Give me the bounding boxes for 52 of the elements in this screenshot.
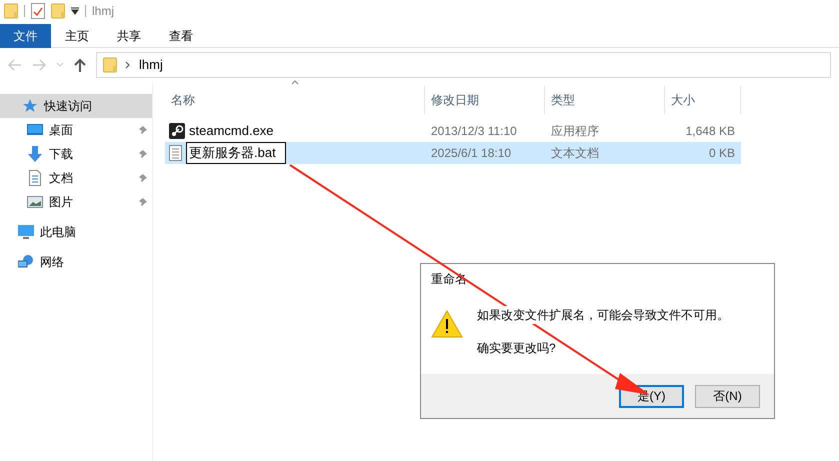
warning-icon [431,310,463,338]
table-cell-text: 2013/12/3 11:10 [430,123,518,140]
pin-icon [138,173,148,183]
ribbon-tab[interactable]: 主页 [51,24,103,48]
column-header[interactable]: 名称 [165,86,425,114]
pin-icon [138,197,148,207]
down-arrow-icon [27,146,43,162]
ribbon-tab[interactable]: 查看 [155,24,207,48]
monitor-icon [27,124,43,136]
folder-icon [4,3,18,19]
pin-icon [138,125,148,135]
checklist-icon[interactable] [31,3,45,19]
sidebar-item[interactable]: 此电脑 [0,220,152,244]
sidebar-item[interactable]: 图片 [0,190,152,214]
chevron-right-icon [125,61,131,69]
sidebar-item[interactable]: 快速访问 [0,94,152,118]
file-row[interactable]: 更新服务器.bat 2025/6/1 18:10 文本文档 0 KB [165,142,741,164]
up-arrow-icon[interactable] [74,58,86,72]
app-icon [169,123,185,139]
ribbon-tab[interactable]: 文件 [0,24,51,48]
address-path: lhmj [139,56,163,74]
column-header[interactable]: 类型 [545,86,665,114]
table-cell-text: 1,648 KB [684,123,736,140]
computer-icon [18,224,34,240]
rename-field[interactable]: 更新服务器.bat [186,142,286,164]
column-header[interactable]: 大小 [665,86,741,114]
file-row[interactable]: steamcmd.exe 2013/12/3 11:10 应用程序 1,648 KB [165,120,741,142]
dialog-button[interactable]: 否(N) [695,384,760,408]
document-icon [29,170,41,186]
network-icon [18,254,34,270]
sidebar-item[interactable]: 下载 [0,142,152,166]
sidebar-item[interactable]: 桌面 [0,118,152,142]
sidebar-item[interactable]: 网络 [0,250,152,274]
column-header[interactable]: 修改日期 [425,86,545,114]
folder-icon [51,3,65,19]
pin-icon [138,149,148,159]
text-file-icon [169,145,182,161]
sort-icon [291,80,299,85]
ribbon-tab[interactable]: 共享 [103,24,155,48]
dialog-question: 确实要更改吗? [477,340,557,357]
table-cell-text: 2025/6/1 18:10 [430,145,512,162]
table-cell-text: 文本文档 [550,145,600,162]
dropdown-icon[interactable] [71,7,79,15]
star-icon [22,98,38,114]
sidebar-item[interactable]: 文档 [0,166,152,190]
address-bar[interactable]: lhmj [96,52,831,78]
folder-icon [103,57,117,73]
window-title: lhmj [92,3,114,20]
table-cell-text: 0 KB [708,145,736,162]
file-name: steamcmd.exe [189,122,274,140]
image-icon [27,196,43,208]
table-cell-text: 应用程序 [550,123,600,140]
